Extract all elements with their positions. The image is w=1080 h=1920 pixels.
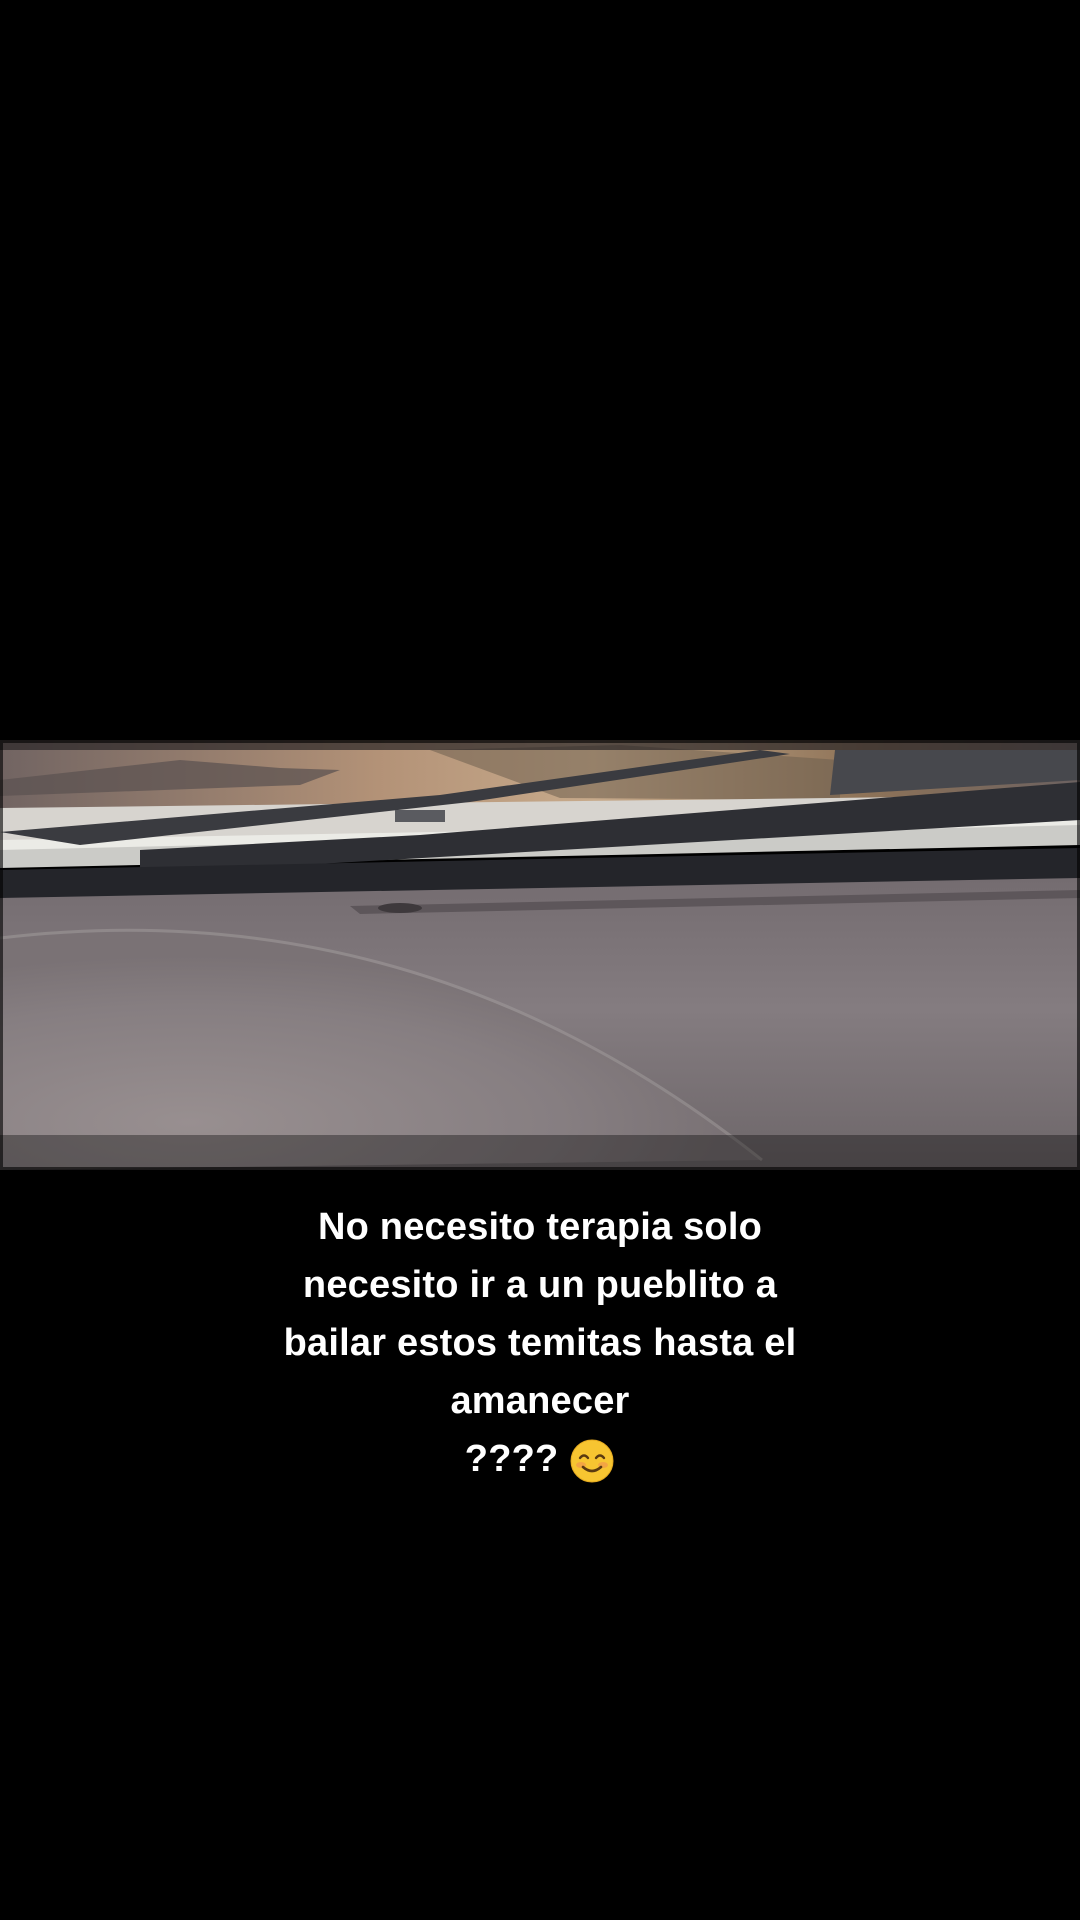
caption-line: bailar estos temitas hasta el [283,1322,797,1364]
caption-line: necesito ir a un pueblito a [302,1264,778,1306]
dashboard-scene-image [0,740,1080,1170]
caption-emoji-line: ???? [240,1430,840,1488]
smiling-face-icon [570,1439,614,1483]
caption-line: amanecer [450,1380,630,1422]
caption-line: No necesito terapia solo [317,1206,763,1248]
video-frame [0,740,1080,1170]
caption-emoji-text: ???? [464,1438,559,1480]
video-caption: No necesito terapia solo necesito ir a u… [240,1198,840,1488]
